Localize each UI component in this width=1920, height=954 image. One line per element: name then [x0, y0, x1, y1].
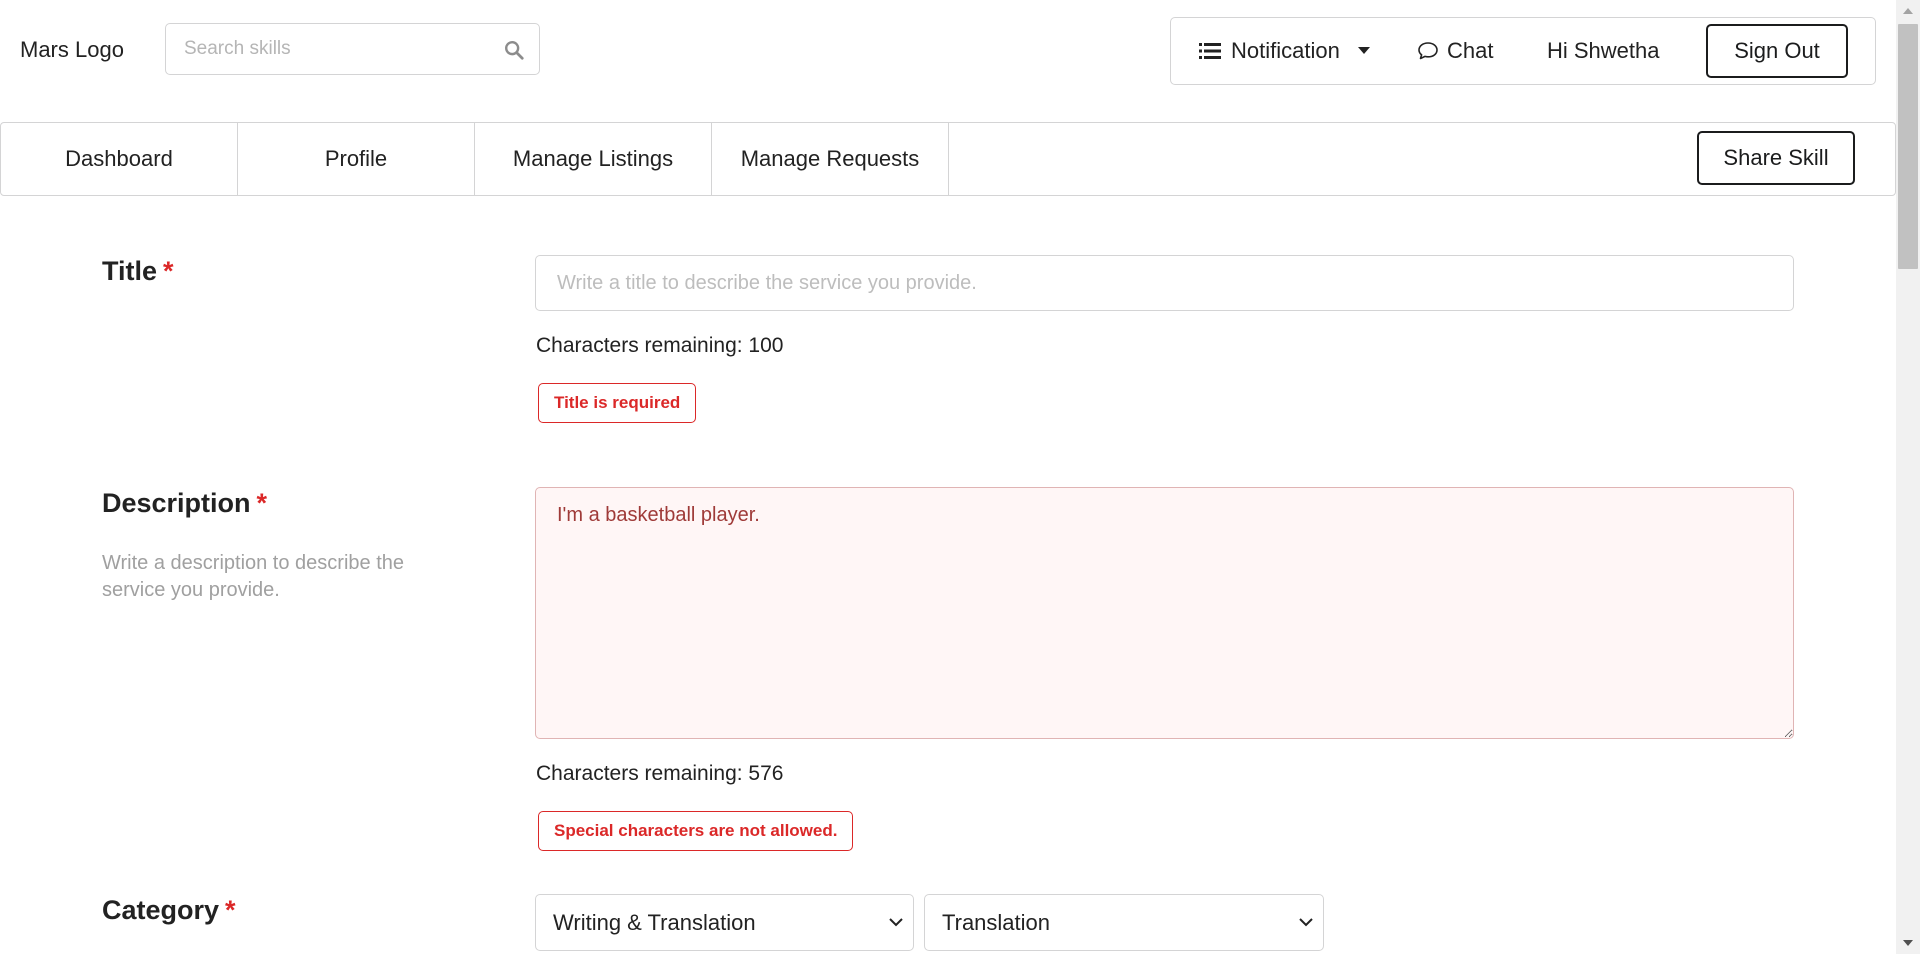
top-menu: Notification Chat Hi Shwetha Sign Out	[1170, 17, 1876, 85]
title-label: Title *	[102, 256, 174, 287]
scroll-down-arrow-icon[interactable]	[1903, 940, 1913, 946]
required-mark: *	[163, 256, 174, 286]
title-char-counter: Characters remaining: 100	[536, 334, 784, 357]
nav-manage-listings[interactable]: Manage Listings	[475, 123, 712, 195]
notification-dropdown[interactable]: Notification	[1199, 18, 1370, 84]
chevron-down-icon	[1299, 918, 1313, 927]
title-error-message: Title is required	[538, 383, 697, 423]
title-label-text: Title	[102, 256, 158, 286]
category-label: Category *	[102, 895, 236, 926]
description-error-message: Special characters are not allowed.	[538, 811, 854, 851]
mars-logo[interactable]: Mars Logo	[20, 37, 124, 63]
scrollbar-thumb[interactable]	[1898, 24, 1918, 269]
description-label-text: Description	[102, 488, 251, 518]
chevron-down-icon	[889, 918, 903, 927]
caret-down-icon	[1357, 47, 1370, 54]
nav-dashboard[interactable]: Dashboard	[1, 123, 238, 195]
nav-profile[interactable]: Profile	[238, 123, 475, 195]
search-box[interactable]	[165, 23, 540, 75]
description-hint: Write a description to describe the serv…	[102, 552, 405, 601]
page-scrollbar[interactable]	[1896, 0, 1920, 954]
description-char-counter: Characters remaining: 576	[536, 762, 784, 785]
category-select[interactable]: Writing & Translation	[535, 894, 914, 951]
user-greeting[interactable]: Hi Shwetha	[1547, 18, 1660, 84]
search-input[interactable]	[184, 24, 484, 74]
search-icon[interactable]	[503, 39, 525, 61]
required-mark: *	[225, 895, 236, 925]
notification-label: Notification	[1231, 38, 1340, 63]
subcategory-select[interactable]: Translation	[924, 894, 1324, 951]
category-select-value: Writing & Translation	[553, 909, 756, 935]
subcategory-select-value: Translation	[942, 909, 1051, 935]
title-input[interactable]	[535, 255, 1794, 311]
scroll-up-arrow-icon[interactable]	[1903, 8, 1913, 14]
main-nav: Dashboard Profile Manage Listings Manage…	[0, 122, 1896, 196]
required-mark: *	[256, 488, 268, 518]
category-label-text: Category	[102, 895, 220, 925]
description-label: Description *	[102, 488, 267, 519]
sign-out-button[interactable]: Sign Out	[1706, 24, 1848, 78]
list-icon	[1199, 43, 1221, 59]
chat-icon	[1418, 42, 1438, 60]
description-textarea[interactable]: I'm a basketball player.	[535, 487, 1794, 739]
share-skill-button[interactable]: Share Skill	[1697, 131, 1855, 185]
chat-label: Chat	[1447, 38, 1494, 63]
nav-manage-requests[interactable]: Manage Requests	[712, 123, 949, 195]
chat-link[interactable]: Chat	[1417, 18, 1493, 84]
